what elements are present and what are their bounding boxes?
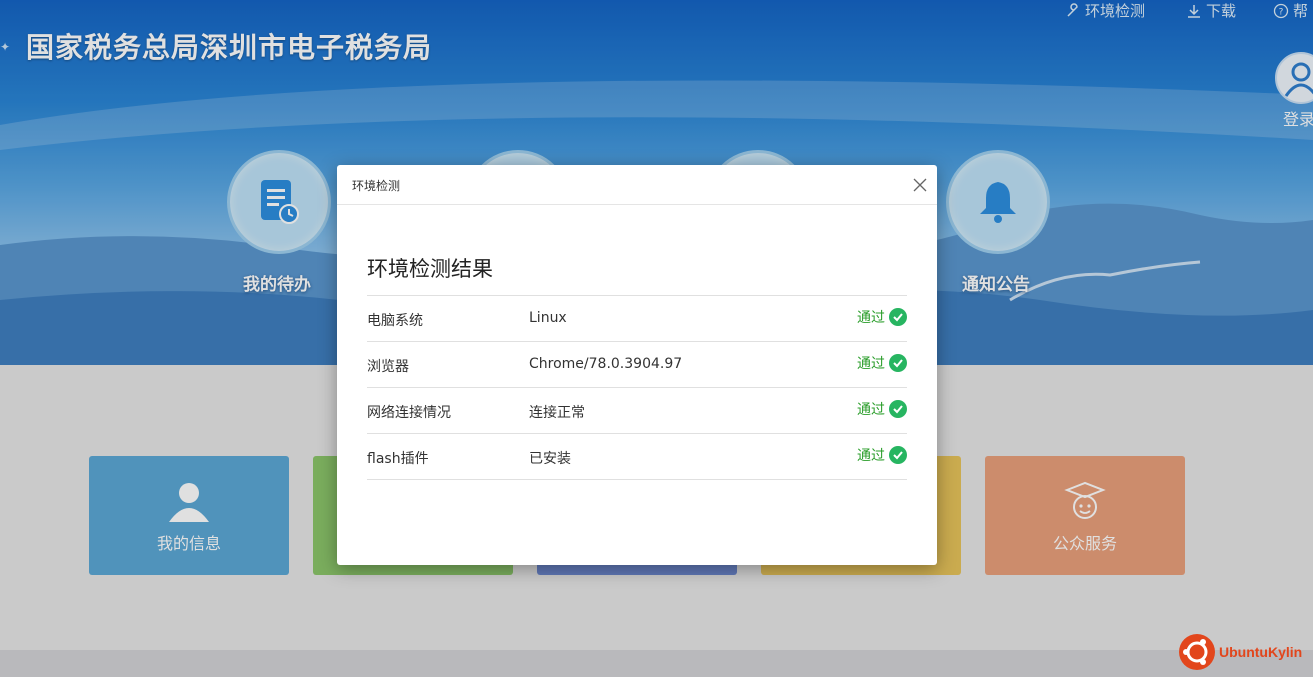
row-status: 通过: [857, 307, 907, 327]
row-value: 已安装: [529, 451, 571, 467]
table-row: 电脑系统 Linux 通过: [367, 296, 907, 342]
check-circle-icon: [889, 308, 907, 326]
ubuntukylin-logo-icon: [1179, 634, 1215, 670]
row-value: Chrome/78.0.3904.97: [529, 356, 683, 372]
dialog-title: 环境检测: [352, 179, 401, 193]
env-check-dialog: 环境检测 环境检测结果 电脑系统 Linux 通过 浏览器 Chrome/78.…: [337, 165, 937, 565]
brand-text: UbuntuKylin: [1219, 644, 1303, 660]
result-table: 电脑系统 Linux 通过 浏览器 Chrome/78.0.3904.97 通过…: [367, 295, 907, 480]
row-value: Linux: [529, 310, 567, 326]
table-row: flash插件 已安装 通过: [367, 434, 907, 480]
table-row: 网络连接情况 连接正常 通过: [367, 388, 907, 434]
status-text: 通过: [857, 310, 885, 326]
table-row: 浏览器 Chrome/78.0.3904.97 通过: [367, 342, 907, 388]
check-circle-icon: [889, 400, 907, 418]
row-name: 电脑系统: [367, 313, 423, 329]
dialog-header: 环境检测: [337, 165, 937, 205]
row-name: 网络连接情况: [367, 405, 451, 421]
status-text: 通过: [857, 448, 885, 464]
check-circle-icon: [889, 446, 907, 464]
row-value: 连接正常: [529, 405, 585, 421]
row-status: 通过: [857, 399, 907, 419]
row-name: 浏览器: [367, 359, 409, 375]
row-status: 通过: [857, 353, 907, 373]
result-heading: 环境检测结果: [367, 257, 493, 281]
row-status: 通过: [857, 445, 907, 465]
ubuntukylin-brand: UbuntuKylin: [1178, 633, 1302, 671]
row-name: flash插件: [367, 451, 429, 467]
status-text: 通过: [857, 356, 885, 372]
close-icon[interactable]: [913, 178, 927, 192]
check-circle-icon: [889, 354, 907, 372]
status-text: 通过: [857, 402, 885, 418]
